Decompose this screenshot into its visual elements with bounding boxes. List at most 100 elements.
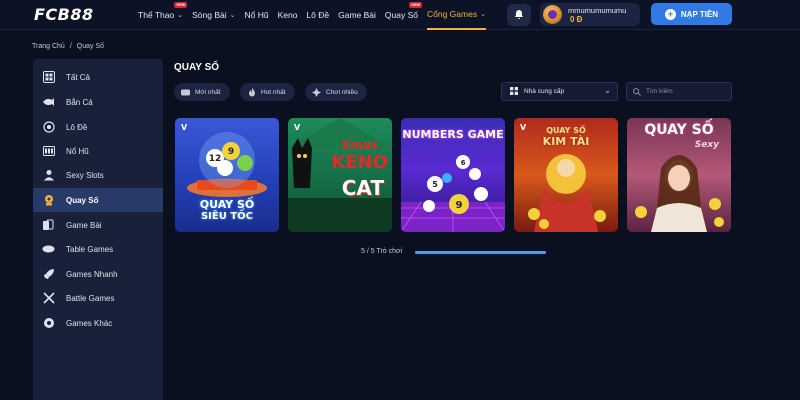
provider-mark: V — [181, 123, 188, 132]
grid-icon — [42, 71, 55, 84]
svg-text:6: 6 — [461, 159, 466, 167]
table-icon — [42, 243, 55, 256]
search-input[interactable] — [646, 88, 726, 95]
breadcrumb-home[interactable]: Trang Chủ — [32, 43, 65, 50]
new-icon — [181, 88, 190, 97]
game-card-quay-so-sieu-toc[interactable]: 12 9 V QUAY SỐ SIÊU TỐC — [175, 118, 279, 232]
filter-hot-button[interactable]: Hot nhất — [240, 83, 295, 101]
load-progress-bar — [415, 251, 546, 254]
nav-item-cong-games[interactable]: Cổng Games ⌄ — [427, 0, 486, 30]
breadcrumb-separator: / — [69, 43, 72, 50]
nav-label: Thể Thao — [138, 10, 175, 20]
new-badge: new — [409, 2, 422, 8]
nav-label: Nổ Hũ — [244, 10, 269, 20]
game-card-quay-so-sexy[interactable]: QUAY SỐ Sexy — [627, 118, 731, 232]
breadcrumb-current: Quay Số — [76, 43, 105, 50]
breadcrumb: Trang Chủ / Quay Số — [32, 43, 104, 50]
sidebar-item-games-khac[interactable]: Games Khác — [33, 311, 163, 335]
svg-text:5: 5 — [432, 180, 438, 189]
sidebar-item-no-hu[interactable]: Nổ Hũ — [33, 139, 163, 163]
sidebar-item-game-bai[interactable]: Game Bài — [33, 213, 163, 237]
flame-icon — [247, 87, 256, 97]
game-subtitle: Sexy — [694, 140, 719, 150]
sidebar-item-games-nhanh[interactable]: Games Nhanh — [33, 262, 163, 286]
filter-newest-button[interactable]: Mới nhất — [174, 83, 230, 101]
sidebar-item-table-games[interactable]: Table Games — [33, 237, 163, 261]
nav-item-song-bai[interactable]: Sòng Bài ⌄ — [192, 0, 235, 30]
game-title: Xmas — [341, 138, 378, 152]
sidebar-item-label: Quay Số — [66, 195, 99, 205]
chevron-down-icon: ⌄ — [177, 12, 184, 19]
cards-icon — [42, 219, 55, 232]
sidebar-item-label: Tất Cả — [66, 72, 91, 82]
sidebar-item-ban-ca[interactable]: Bắn Cá — [33, 90, 163, 114]
top-header: FCB88 Thể Thao ⌄ new Sòng Bài ⌄ Nổ Hũ Keno… — [0, 0, 800, 30]
game-subtitle: KENO — [331, 152, 388, 173]
provider-dropdown[interactable]: Nhà cung cấp ⌄ — [501, 82, 618, 101]
deposit-button[interactable]: + NẠP TIỀN — [651, 3, 732, 25]
sidebar-item-tat-ca[interactable]: Tất Cả — [33, 65, 163, 89]
new-badge: new — [174, 2, 188, 8]
pagination-count: 5 / 5 Trò chơi — [361, 248, 403, 255]
game-card-numbers-game[interactable]: 6 5 9 NUMBERS GAME — [401, 118, 505, 232]
filter-most-played-button[interactable]: Chơi nhiều — [305, 83, 367, 101]
nav-item-the-thao[interactable]: Thể Thao ⌄ new — [138, 0, 188, 30]
nav-label: Lô Đề — [306, 10, 330, 20]
bell-icon — [515, 10, 523, 19]
fish-icon — [42, 96, 55, 109]
lottery-ball-icon — [42, 121, 55, 134]
game-card-quay-so-kim-tai[interactable]: V QUAY SỐ KIM TÀI — [514, 118, 618, 232]
game-title: QUAY SỐ — [644, 122, 714, 138]
site-logo[interactable]: FCB88 — [34, 5, 94, 24]
sidebar-item-label: Battle Games — [66, 293, 115, 303]
provider-mark: V — [294, 123, 301, 132]
filter-label: Hot nhất — [261, 88, 286, 96]
filter-label: Mới nhất — [195, 88, 221, 96]
nav-label: Sòng Bài — [192, 10, 227, 20]
provider-label: Nhà cung cấp — [524, 88, 565, 95]
nav-item-lo-de[interactable]: Lô Đề — [306, 0, 329, 30]
lottery-icon — [42, 194, 55, 207]
slot-icon — [42, 145, 55, 158]
user-account[interactable]: mmumumumumu 0 Đ — [540, 3, 640, 26]
deposit-label: NẠP TIỀN — [680, 9, 719, 19]
game-subtitle: KIM TÀI — [542, 135, 590, 148]
sidebar-item-quay-so[interactable]: Quay Số — [33, 188, 163, 212]
search-box — [626, 82, 732, 101]
grid-icon — [510, 86, 518, 97]
nav-label: Game Bài — [338, 10, 376, 20]
game-subtitle-2: CAT — [341, 176, 384, 200]
nav-item-quay-so[interactable]: Quay Số new — [385, 0, 422, 30]
chevron-down-icon: ⌄ — [480, 11, 486, 18]
progress-fill — [415, 251, 546, 254]
sidebar-item-label: Sexy Slots — [66, 170, 104, 180]
gamepad-icon — [312, 87, 321, 97]
sidebar-item-lo-de[interactable]: Lô Đề — [33, 115, 163, 139]
game-title: QUAY SỐ — [199, 198, 255, 211]
game-title: QUAY SỐ — [546, 126, 586, 135]
category-sidebar: Tất Cả Bắn Cá Lô Đề Nổ Hũ Sexy Slots Qua… — [33, 59, 163, 400]
sidebar-item-sexy-slots[interactable]: Sexy Slots — [33, 163, 163, 187]
svg-text:9: 9 — [456, 200, 463, 211]
page-title: QUAY SỐ — [174, 62, 220, 73]
svg-text:12: 12 — [209, 154, 222, 164]
svg-text:9: 9 — [228, 147, 234, 157]
notification-button[interactable] — [507, 4, 531, 26]
game-card-xmas-keno-cat[interactable]: V Xmas KENO CAT — [288, 118, 392, 232]
nav-item-no-hu[interactable]: Nổ Hũ — [244, 0, 268, 30]
more-games-icon — [42, 317, 55, 330]
sidebar-item-label: Games Khác — [66, 318, 113, 328]
filter-label: Chơi nhiều — [326, 88, 358, 96]
game-title: NUMBERS GAME — [402, 128, 504, 141]
main-nav: Thể Thao ⌄ new Sòng Bài ⌄ Nổ Hũ Keno Lô Đề… — [138, 0, 495, 30]
game-subtitle: SIÊU TỐC — [200, 211, 254, 222]
chevron-down-icon: ⌄ — [604, 86, 611, 95]
sidebar-item-battle-games[interactable]: Battle Games — [33, 286, 163, 310]
nav-item-game-bai[interactable]: Game Bài — [338, 0, 376, 30]
nav-item-keno[interactable]: Keno — [278, 0, 298, 30]
person-icon — [42, 169, 55, 182]
plus-icon: + — [664, 8, 676, 20]
rocket-icon — [42, 268, 55, 281]
swords-icon — [42, 292, 55, 305]
sidebar-item-label: Lô Đề — [66, 122, 88, 132]
